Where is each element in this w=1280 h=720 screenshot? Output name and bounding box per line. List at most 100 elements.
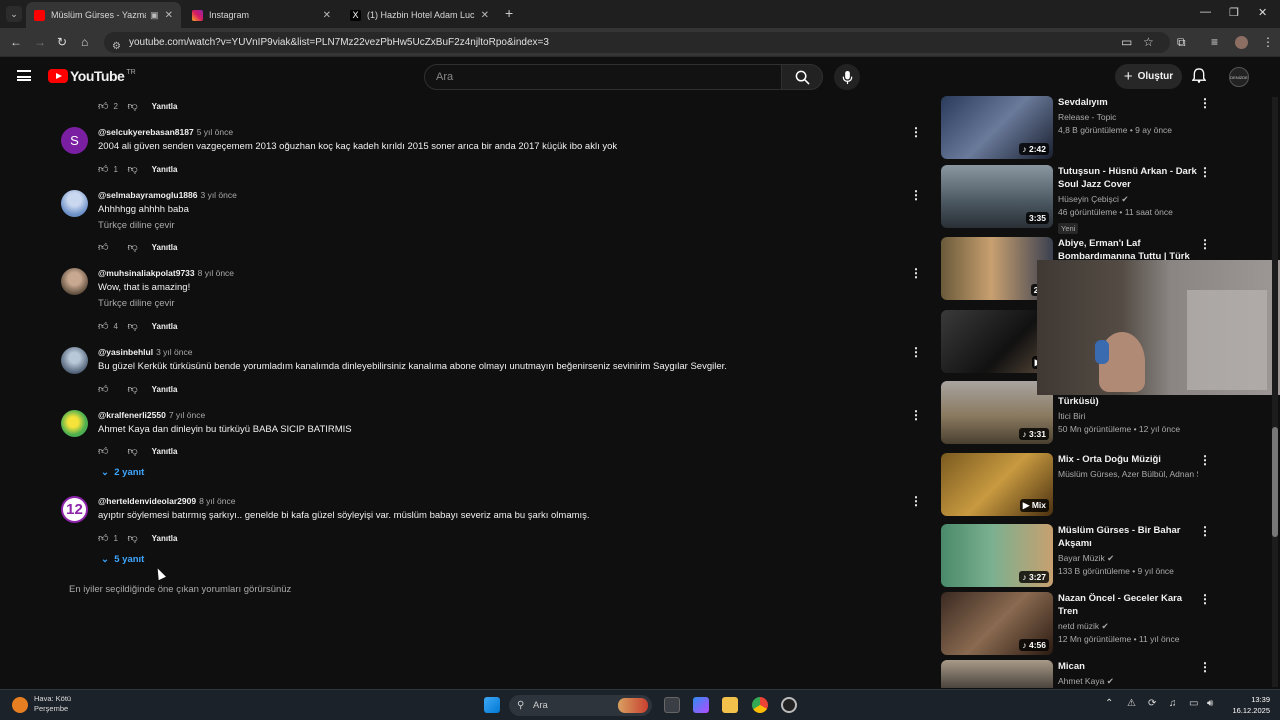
account-avatar[interactable]: DENİZDE [1229, 67, 1249, 87]
channel-name[interactable]: Bayar Müzik [1058, 553, 1105, 563]
video-menu-icon[interactable]: ⋮ [1199, 96, 1211, 110]
avatar[interactable] [61, 410, 88, 437]
reply-button[interactable]: Yanıtla [152, 102, 178, 111]
notifications-bell-icon[interactable] [1191, 68, 1207, 86]
hamburger-menu-icon[interactable] [17, 70, 31, 81]
maximize-icon[interactable]: ❐ [1229, 6, 1239, 19]
dislike-icon[interactable]: 👎︎ [127, 163, 137, 175]
video-title[interactable]: Türküsü) [1058, 395, 1198, 408]
like-icon[interactable]: 👍︎ [98, 445, 108, 457]
comment-time[interactable]: 8 yıl önce [198, 268, 234, 278]
site-info-icon[interactable]: ⚙ [112, 36, 121, 57]
copilot-icon[interactable] [693, 697, 709, 713]
dislike-icon[interactable]: 👎︎ [127, 383, 137, 395]
replies-toggle[interactable]: ⌄ 2 yanıt [101, 467, 144, 478]
dislike-icon[interactable]: 👎︎ [127, 241, 137, 253]
reading-list-icon[interactable]: ≡ [1211, 35, 1218, 49]
related-video[interactable]: ♪ 4:56 Nazan Öncel - Geceler Kara Tren n… [941, 592, 1271, 656]
video-title[interactable]: Nazan Öncel - Geceler Kara Tren [1058, 592, 1198, 618]
browser-menu-icon[interactable]: ⋮ [1262, 35, 1274, 49]
related-video[interactable]: ♪ 2:42 Sevdalıyım Release - Topic 4,8 B … [941, 96, 1271, 160]
reply-button[interactable]: Yanıtla [152, 385, 178, 394]
reply-button[interactable]: Yanıtla [152, 243, 178, 252]
task-view-icon[interactable] [664, 697, 680, 713]
voice-search-button[interactable] [834, 64, 860, 90]
channel-name[interactable]: Müslüm Gürses, Azer Bülbül, Adnan Şen... [1058, 469, 1198, 480]
channel-name[interactable]: Hüseyin Çebişci [1058, 194, 1119, 204]
comment-time[interactable]: 8 yıl önce [199, 496, 235, 506]
related-video[interactable]: 3:35 Tutuşsun - Hüsnü Arkan - Dark Soul … [941, 165, 1271, 234]
cast-icon[interactable]: ▭ [1121, 35, 1132, 49]
comment-author[interactable]: @kralfenerli2550 [98, 410, 166, 420]
network-icon[interactable]: ▭ [1189, 698, 1198, 709]
related-video[interactable]: ♪ 3:27 Müslüm Gürses - Bir Bahar Akşamı … [941, 524, 1271, 588]
microphone-icon[interactable]: ♫ [1169, 698, 1177, 709]
related-video[interactable]: Mican Ahmet Kaya ✔ ⋮ [941, 660, 1271, 688]
tab-x[interactable]: X (1) Hazbin Hotel Adam Lucifer ✕ [342, 2, 497, 28]
tray-sync-icon[interactable]: ⟳ [1148, 698, 1156, 709]
comment-author[interactable]: @herteldenvideolar2909 [98, 496, 196, 506]
related-video[interactable]: ▶ Mix Mix - Orta Doğu Müziği Müslüm Gürs… [941, 453, 1271, 517]
address-bar[interactable]: ⚙ youtube.com/watch?v=YUVnIP9viak&list=P… [104, 32, 1170, 53]
tab-instagram[interactable]: Instagram ✕ [184, 2, 339, 28]
reply-button[interactable]: Yanıtla [152, 447, 178, 456]
comment-menu-icon[interactable]: ⋮ [910, 188, 922, 202]
profile-avatar[interactable] [1235, 36, 1248, 49]
comment-menu-icon[interactable]: ⋮ [910, 266, 922, 280]
like-icon[interactable]: 👍︎ [98, 241, 108, 253]
new-tab-icon[interactable]: + [505, 5, 513, 21]
video-menu-icon[interactable]: ⋮ [1199, 453, 1211, 467]
video-title[interactable]: Tutuşsun - Hüsnü Arkan - Dark Soul Jazz … [1058, 165, 1198, 191]
comment-menu-icon[interactable]: ⋮ [910, 345, 922, 359]
video-title[interactable]: Mix - Orta Doğu Müziği [1058, 453, 1198, 466]
picture-in-picture-icon[interactable]: ▣ [150, 10, 159, 21]
bookmark-star-icon[interactable]: ☆ [1143, 35, 1154, 49]
extensions-icon[interactable]: ⧉ [1177, 35, 1186, 50]
translate-link[interactable]: Türkçe diline çevir [98, 220, 237, 231]
app-icon[interactable] [781, 697, 797, 713]
channel-name[interactable]: netd müzik [1058, 621, 1099, 631]
video-menu-icon[interactable]: ⋮ [1199, 524, 1211, 538]
video-thumbnail[interactable] [941, 660, 1053, 688]
minimize-icon[interactable]: — [1200, 6, 1211, 18]
comment-time[interactable]: 3 yıl önce [200, 190, 236, 200]
file-explorer-icon[interactable] [722, 697, 738, 713]
home-icon[interactable]: ⌂ [81, 35, 88, 49]
dislike-icon[interactable]: 👎︎ [127, 445, 137, 457]
avatar[interactable]: S [61, 127, 88, 154]
window-close-icon[interactable]: ✕ [1258, 6, 1267, 19]
create-button[interactable]: + Oluştur [1115, 64, 1182, 89]
video-thumbnail[interactable]: 3:35 [941, 165, 1053, 228]
comment-time[interactable]: 7 yıl önce [169, 410, 205, 420]
start-windows-icon[interactable] [484, 697, 500, 713]
tab-close-icon[interactable]: ✕ [165, 10, 173, 21]
video-title[interactable]: Sevdalıyım [1058, 96, 1198, 109]
video-title[interactable]: Mican [1058, 660, 1198, 673]
tray-app-icon[interactable]: ⚠ [1127, 698, 1136, 709]
comment-menu-icon[interactable]: ⋮ [910, 408, 922, 422]
reply-button[interactable]: Yanıtla [152, 165, 178, 174]
video-title[interactable]: Müslüm Gürses - Bir Bahar Akşamı [1058, 524, 1198, 550]
tab-youtube[interactable]: Müslüm Gürses - Yazmalı G ▣ ✕ [26, 2, 181, 28]
system-clock[interactable]: 13:39 16.12.2025 [1226, 694, 1270, 716]
comment-menu-icon[interactable]: ⋮ [910, 494, 922, 508]
tab-search-icon[interactable]: ⌄ [6, 6, 22, 22]
avatar[interactable] [61, 268, 88, 295]
translate-link[interactable]: Türkçe diline çevir [98, 298, 234, 309]
tray-chevron-icon[interactable]: ⌃ [1105, 698, 1113, 709]
reply-button[interactable]: Yanıtla [152, 534, 178, 543]
comment-author[interactable]: @selcukyerebasan8187 [98, 127, 194, 137]
video-thumbnail[interactable]: ♪ 3:27 [941, 524, 1053, 587]
video-thumbnail[interactable]: ▶ Mix [941, 453, 1053, 516]
video-menu-icon[interactable]: ⋮ [1199, 165, 1211, 179]
like-icon[interactable]: 👍︎ [98, 320, 108, 332]
chrome-icon[interactable] [752, 697, 768, 713]
tab-close-icon[interactable]: ✕ [323, 10, 331, 21]
comment-time[interactable]: 5 yıl önce [197, 127, 233, 137]
like-icon[interactable]: 👍︎ [98, 532, 108, 544]
like-icon[interactable]: 👍︎ [98, 383, 108, 395]
reload-icon[interactable]: ↻ [57, 35, 67, 49]
taskbar-search[interactable]: ⚲ Ara [509, 695, 652, 716]
channel-name[interactable]: İtici Biri [1058, 411, 1198, 422]
youtube-logo[interactable]: YouTube TR [48, 68, 136, 84]
